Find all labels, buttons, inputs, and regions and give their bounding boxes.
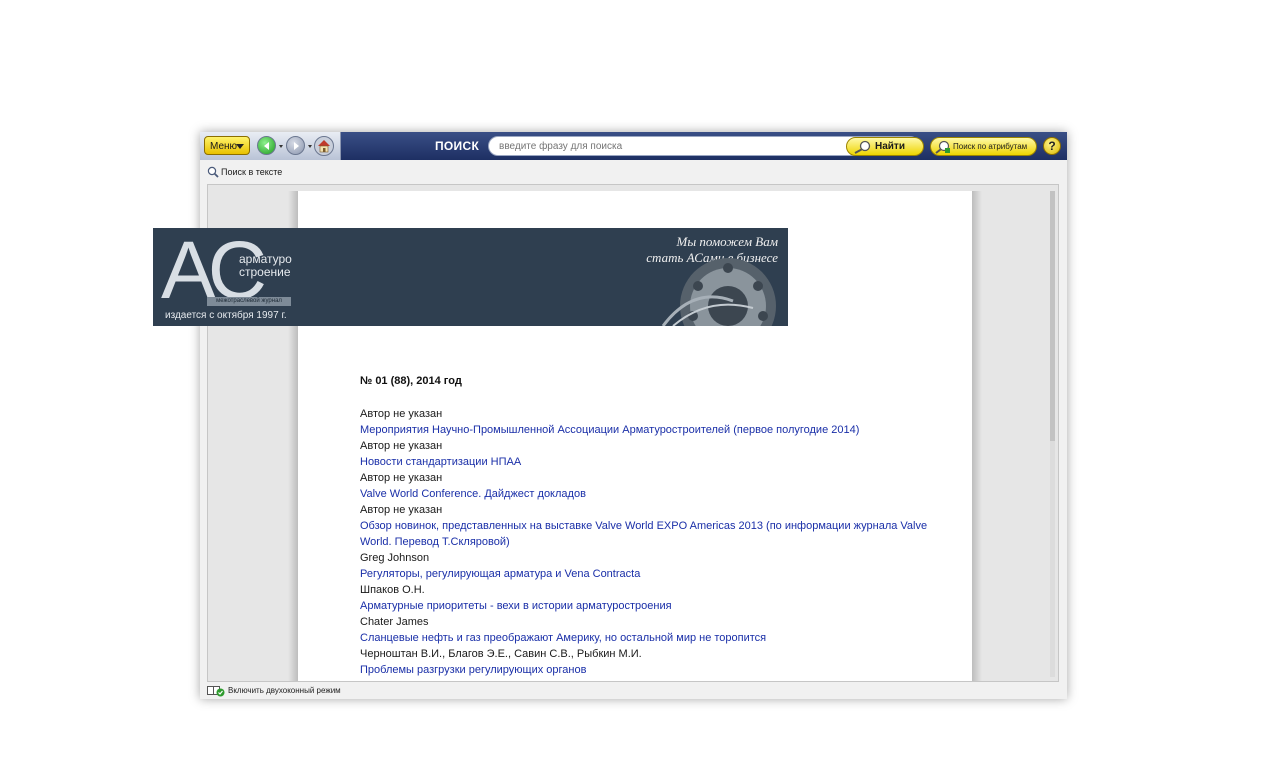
forward-button[interactable]: [286, 136, 305, 155]
list-item: Chater James Сланцевые нефть и газ преоб…: [360, 614, 940, 646]
attribute-search-icon: [935, 140, 950, 154]
forward-history-dropdown[interactable]: [308, 145, 312, 148]
article-link[interactable]: Обзор новинок, представленных на выставк…: [360, 518, 940, 550]
list-item: Автор не указан Valve World Conference. …: [360, 470, 940, 502]
article-author: Автор не указан: [360, 472, 443, 484]
help-button[interactable]: ?: [1043, 137, 1061, 155]
article-link[interactable]: Valve World Conference. Дайджест докладо…: [360, 486, 940, 502]
find-label: Найти: [875, 141, 905, 152]
menu-label: Меню: [210, 141, 238, 152]
toolbar: Меню ПОИСК введите фразу для поиска Найт…: [200, 132, 1067, 160]
arrow-right-icon: [294, 142, 299, 150]
logo-line-1: арматуро: [239, 252, 292, 266]
attribute-search-label: Поиск по атрибутам: [953, 142, 1028, 151]
article-link[interactable]: Проблемы разгрузки регулирующих органов: [360, 662, 940, 678]
article-author: Черноштан В.И., Благов Э.Е., Савин С.В.,…: [360, 648, 642, 660]
dual-window-icon: [207, 686, 225, 697]
article-link[interactable]: Мероприятия Научно-Промышленной Ассоциац…: [360, 422, 940, 438]
arrow-left-icon: [264, 142, 269, 150]
article-link[interactable]: Сланцевые нефть и газ преображают Америк…: [360, 630, 940, 646]
article-author: Greg Johnson: [360, 552, 430, 564]
journal-banner: AC арматуро строение межотраслевой журна…: [153, 228, 788, 326]
list-item: Автор не указан Обзор новинок, представл…: [360, 502, 940, 550]
article-author: Автор не указан: [360, 504, 443, 516]
nav-panel: Меню: [200, 132, 341, 160]
find-button[interactable]: Найти: [846, 137, 924, 156]
article-author: Автор не указан: [360, 408, 443, 420]
article-author: Шпаков О.Н.: [360, 584, 425, 596]
magnifier-icon: [854, 140, 871, 154]
list-item: Шпаков О.Н. Арматурные приоритеты - вехи…: [360, 582, 940, 614]
text-search-label: Поиск в тексте: [221, 167, 283, 177]
page-shadow: [972, 191, 982, 681]
logo-line-2: строение: [239, 265, 291, 279]
chevron-down-icon: [236, 144, 244, 149]
article-author: Chater James: [360, 616, 429, 628]
scrollbar-thumb[interactable]: [1050, 191, 1055, 441]
issue-title: № 01 (88), 2014 год: [360, 375, 462, 387]
list-item: Черноштан В.И., Благов Э.Е., Савин С.В.,…: [360, 646, 940, 678]
article-link[interactable]: Арматурные приоритеты - вехи в истории а…: [360, 598, 940, 614]
article-author: Автор не указан: [360, 440, 443, 452]
article-list: Автор не указан Мероприятия Научно-Промы…: [360, 406, 940, 678]
flange-image: [661, 258, 776, 326]
search-label: ПОИСК: [435, 139, 480, 153]
attribute-search-button[interactable]: Поиск по атрибутам: [930, 137, 1037, 156]
back-button[interactable]: [257, 136, 276, 155]
list-item: Автор не указан Новости стандартизации Н…: [360, 438, 940, 470]
dual-window-label: Включить двухоконный режим: [228, 686, 341, 695]
home-icon: [314, 136, 334, 156]
logo-tagline: межотраслевой журнал: [207, 297, 291, 306]
list-item: Greg Johnson Регуляторы, регулирующая ар…: [360, 550, 940, 582]
publication-since: издается с октября 1997 г.: [165, 310, 287, 321]
article-link[interactable]: Регуляторы, регулирующая арматура и Vena…: [360, 566, 940, 582]
home-button[interactable]: [314, 136, 334, 156]
back-history-dropdown[interactable]: [279, 145, 283, 148]
vertical-scrollbar[interactable]: [1050, 191, 1055, 677]
list-item: Автор не указан Мероприятия Научно-Промы…: [360, 406, 940, 438]
magnifier-icon: [207, 166, 219, 178]
article-link[interactable]: Новости стандартизации НПАА: [360, 454, 940, 470]
menu-button[interactable]: Меню: [204, 136, 250, 155]
